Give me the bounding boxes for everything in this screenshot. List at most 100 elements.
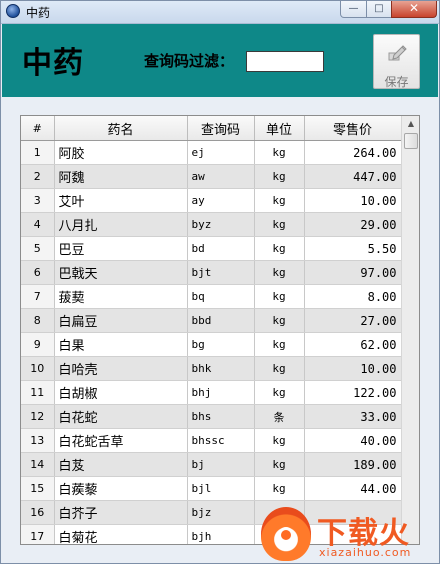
table-row[interactable]: 4 八月扎 byz kg 29.00 (21, 212, 402, 237)
column-header-price[interactable]: 零售价 (304, 116, 402, 141)
retail-price-cell[interactable]: 5.50 (304, 236, 402, 261)
row-index-cell[interactable]: 9 (21, 332, 55, 357)
save-button[interactable]: 保存 (373, 34, 420, 89)
medicine-name-cell[interactable]: 八月扎 (54, 212, 188, 237)
query-code-cell[interactable]: bd (187, 236, 255, 261)
retail-price-cell[interactable]: 264.00 (304, 140, 402, 165)
scroll-thumb[interactable] (404, 133, 418, 149)
query-code-cell[interactable]: aw (187, 164, 255, 189)
row-index-cell[interactable]: 15 (21, 476, 55, 501)
medicine-name-cell[interactable]: 白蒺藜 (54, 476, 188, 501)
column-header-unit[interactable]: 单位 (254, 116, 305, 141)
table-row[interactable]: 6 巴戟天 bjt kg 97.00 (21, 260, 402, 285)
unit-cell[interactable]: kg (254, 284, 305, 309)
retail-price-cell[interactable]: 29.00 (304, 212, 402, 237)
unit-cell[interactable]: kg (254, 356, 305, 381)
query-code-cell[interactable]: bj (187, 452, 255, 477)
row-index-cell[interactable]: 14 (21, 452, 55, 477)
medicine-name-cell[interactable]: 白花蛇 (54, 404, 188, 429)
table-row[interactable]: 3 艾叶 ay kg 10.00 (21, 188, 402, 213)
medicine-name-cell[interactable]: 艾叶 (54, 188, 188, 213)
table-row[interactable]: 5 巴豆 bd kg 5.50 (21, 236, 402, 261)
table-row[interactable]: 8 白扁豆 bbd kg 27.00 (21, 308, 402, 333)
medicine-name-cell[interactable]: 白果 (54, 332, 188, 357)
retail-price-cell[interactable]: 10.00 (304, 356, 402, 381)
retail-price-cell[interactable]: 40.00 (304, 428, 402, 453)
medicine-name-cell[interactable]: 菝葜 (54, 284, 188, 309)
medicine-name-cell[interactable]: 白胡椒 (54, 380, 188, 405)
retail-price-cell[interactable]: 10.00 (304, 188, 402, 213)
retail-price-cell[interactable]: 33.00 (304, 404, 402, 429)
minimize-button[interactable]: — (340, 1, 367, 18)
column-header-code[interactable]: 查询码 (187, 116, 255, 141)
row-index-cell[interactable]: 7 (21, 284, 55, 309)
table-row[interactable]: 7 菝葜 bq kg 8.00 (21, 284, 402, 309)
query-code-cell[interactable]: bjt (187, 260, 255, 285)
unit-cell[interactable]: kg (254, 308, 305, 333)
medicine-name-cell[interactable]: 白菊花 (54, 524, 188, 544)
retail-price-cell[interactable]: 8.00 (304, 284, 402, 309)
row-index-cell[interactable]: 6 (21, 260, 55, 285)
retail-price-cell[interactable]: 97.00 (304, 260, 402, 285)
medicine-name-cell[interactable]: 白扁豆 (54, 308, 188, 333)
row-index-cell[interactable]: 12 (21, 404, 55, 429)
row-index-cell[interactable]: 3 (21, 188, 55, 213)
medicine-name-cell[interactable]: 阿胶 (54, 140, 188, 165)
unit-cell[interactable]: kg (254, 260, 305, 285)
medicine-name-cell[interactable]: 白花蛇舌草 (54, 428, 188, 453)
query-code-cell[interactable]: bjz (187, 500, 255, 525)
table-row[interactable]: 10 白哈壳 bhk kg 10.00 (21, 356, 402, 381)
filter-input[interactable] (246, 51, 324, 72)
row-index-cell[interactable]: 11 (21, 380, 55, 405)
row-index-cell[interactable]: 13 (21, 428, 55, 453)
column-header-name[interactable]: 药名 (54, 116, 188, 141)
table-row[interactable]: 1 阿胶 ej kg 264.00 (21, 140, 402, 165)
medicine-name-cell[interactable]: 白哈壳 (54, 356, 188, 381)
unit-cell[interactable]: kg (254, 428, 305, 453)
unit-cell[interactable]: kg (254, 476, 305, 501)
query-code-cell[interactable]: bbd (187, 308, 255, 333)
column-header-index[interactable]: # (21, 116, 55, 141)
table-row[interactable]: 13 白花蛇舌草 bhssc kg 40.00 (21, 428, 402, 453)
table-row[interactable]: 15 白蒺藜 bjl kg 44.00 (21, 476, 402, 501)
maximize-button[interactable]: □ (366, 1, 392, 18)
medicine-name-cell[interactable]: 巴豆 (54, 236, 188, 261)
query-code-cell[interactable]: byz (187, 212, 255, 237)
retail-price-cell[interactable]: 27.00 (304, 308, 402, 333)
medicine-name-cell[interactable]: 阿魏 (54, 164, 188, 189)
query-code-cell[interactable]: ay (187, 188, 255, 213)
row-index-cell[interactable]: 2 (21, 164, 55, 189)
query-code-cell[interactable]: bjh (187, 524, 255, 544)
retail-price-cell[interactable]: 447.00 (304, 164, 402, 189)
retail-price-cell[interactable]: 44.00 (304, 476, 402, 501)
unit-cell[interactable]: kg (254, 380, 305, 405)
unit-cell[interactable]: kg (254, 164, 305, 189)
retail-price-cell[interactable]: 189.00 (304, 452, 402, 477)
vertical-scrollbar[interactable]: ▲ (401, 116, 419, 544)
table-row[interactable]: 12 白花蛇 bhs 条 33.00 (21, 404, 402, 429)
unit-cell[interactable]: kg (254, 212, 305, 237)
unit-cell[interactable]: kg (254, 332, 305, 357)
row-index-cell[interactable]: 5 (21, 236, 55, 261)
table-row[interactable]: 14 白芨 bj kg 189.00 (21, 452, 402, 477)
unit-cell[interactable]: kg (254, 188, 305, 213)
query-code-cell[interactable]: bhj (187, 380, 255, 405)
retail-price-cell[interactable]: 62.00 (304, 332, 402, 357)
unit-cell[interactable]: 条 (254, 404, 305, 429)
query-code-cell[interactable]: bq (187, 284, 255, 309)
unit-cell[interactable]: kg (254, 236, 305, 261)
row-index-cell[interactable]: 8 (21, 308, 55, 333)
unit-cell[interactable]: kg (254, 140, 305, 165)
medicine-name-cell[interactable]: 巴戟天 (54, 260, 188, 285)
scroll-up-arrow-icon[interactable]: ▲ (402, 116, 419, 132)
medicine-name-cell[interactable]: 白芥子 (54, 500, 188, 525)
query-code-cell[interactable]: bhk (187, 356, 255, 381)
row-index-cell[interactable]: 16 (21, 500, 55, 525)
query-code-cell[interactable]: bhssc (187, 428, 255, 453)
table-row[interactable]: 2 阿魏 aw kg 447.00 (21, 164, 402, 189)
row-index-cell[interactable]: 4 (21, 212, 55, 237)
medicine-name-cell[interactable]: 白芨 (54, 452, 188, 477)
retail-price-cell[interactable]: 122.00 (304, 380, 402, 405)
unit-cell[interactable]: kg (254, 452, 305, 477)
query-code-cell[interactable]: bhs (187, 404, 255, 429)
